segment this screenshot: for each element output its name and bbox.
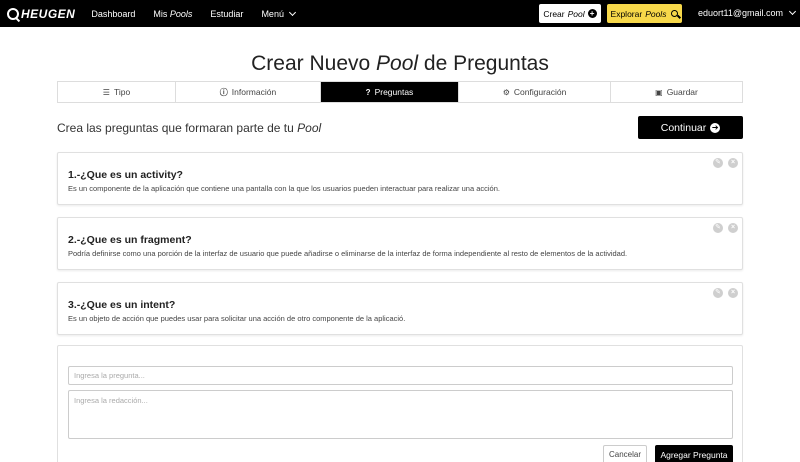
close-icon[interactable]: × bbox=[728, 158, 738, 168]
nav-dashboard[interactable]: Dashboard bbox=[91, 9, 135, 19]
page-title: Crear Nuevo Pool de Preguntas bbox=[0, 52, 800, 76]
step-configuracion[interactable]: ⚙ Configuración bbox=[459, 82, 611, 102]
create-pool-button[interactable]: Crear Pool + bbox=[539, 4, 601, 23]
question-title: 1.-¿Que es un activity? bbox=[68, 169, 183, 181]
answer-textarea[interactable] bbox=[68, 390, 733, 439]
step-tipo[interactable]: ☰ Tipo bbox=[58, 82, 176, 102]
chevron-down-icon bbox=[288, 8, 296, 16]
nav-my-pools-em: Pools bbox=[169, 8, 193, 19]
user-email[interactable]: eduort11@gmail.com bbox=[698, 8, 783, 18]
step-informacion[interactable]: ⓘ Información bbox=[176, 82, 321, 102]
nav-my-pools[interactable]: Mis Pools bbox=[153, 9, 192, 19]
brand-magnifier-icon bbox=[7, 7, 19, 20]
nav-menu-label: Menú bbox=[261, 8, 284, 19]
search-icon bbox=[671, 10, 679, 17]
title-suffix: de Preguntas bbox=[423, 52, 549, 75]
question-card: ✎ × 2.-¿Que es un fragment? Podría defin… bbox=[57, 217, 743, 270]
continue-button[interactable]: Continuar ➔ bbox=[638, 116, 743, 139]
nav-my-pools-prefix: Mis bbox=[153, 8, 168, 19]
explore-pools-button[interactable]: Explorar Pools bbox=[607, 4, 682, 23]
question-title: 3.-¿Que es un intent? bbox=[68, 299, 176, 311]
question-card: ✎ × 1.-¿Que es un activity? Es un compon… bbox=[57, 152, 743, 205]
step-label: Tipo bbox=[113, 87, 131, 97]
brand-logo[interactable]: HEUGEN bbox=[7, 7, 75, 21]
subtitle-em: Pool bbox=[297, 121, 322, 135]
question-description: Es un componente de la aplicación que co… bbox=[68, 184, 500, 193]
question-card: ✎ × 3.-¿Que es un intent? Es un objeto d… bbox=[57, 282, 743, 335]
step-label: Preguntas bbox=[374, 87, 414, 97]
brand-name: HEUGEN bbox=[21, 6, 76, 21]
plus-circle-icon: + bbox=[587, 9, 597, 18]
edit-icon[interactable]: ✎ bbox=[713, 288, 723, 298]
explore-pools-prefix: Explorar bbox=[610, 8, 643, 19]
edit-icon[interactable]: ✎ bbox=[713, 158, 723, 168]
step-label: Información bbox=[231, 87, 277, 97]
explore-pools-em: Pools bbox=[645, 8, 667, 19]
nav-menu-dropdown[interactable]: Menú bbox=[261, 8, 296, 19]
step-preguntas[interactable]: ? Preguntas bbox=[321, 82, 459, 102]
edit-icon[interactable]: ✎ bbox=[713, 223, 723, 233]
question-input[interactable] bbox=[68, 366, 733, 385]
wizard-steps: ☰ Tipo ⓘ Información ? Preguntas ⚙ Confi… bbox=[57, 81, 743, 103]
list-icon: ☰ bbox=[102, 87, 110, 97]
question-description: Podría definirse como una porción de la … bbox=[68, 249, 628, 258]
question-icon: ? bbox=[365, 87, 371, 97]
new-question-form: Cancelar Agregar Pregunta bbox=[57, 345, 743, 462]
close-icon[interactable]: × bbox=[728, 288, 738, 298]
gears-icon: ⚙ bbox=[502, 87, 510, 97]
create-pool-em: Pool bbox=[567, 8, 585, 19]
title-prefix: Crear Nuevo bbox=[251, 52, 371, 75]
step-label: Configuración bbox=[513, 87, 567, 97]
page-subtitle: Crea las preguntas que formaran parte de… bbox=[57, 121, 321, 135]
cancel-button[interactable]: Cancelar bbox=[603, 445, 647, 462]
title-em: Pool bbox=[376, 52, 419, 75]
add-question-button[interactable]: Agregar Pregunta bbox=[655, 445, 733, 462]
step-guardar[interactable]: ▣ Guardar bbox=[611, 82, 742, 102]
question-description: Es un objeto de acción que puedes usar p… bbox=[68, 314, 406, 323]
step-label: Guardar bbox=[666, 87, 698, 97]
subtitle-prefix: Crea las preguntas que formaran parte de… bbox=[57, 121, 294, 135]
arrow-right-circle-icon: ➔ bbox=[710, 122, 721, 133]
info-icon: ⓘ bbox=[219, 87, 228, 97]
question-title: 2.-¿Que es un fragment? bbox=[68, 234, 192, 246]
close-icon[interactable]: × bbox=[728, 223, 738, 233]
save-icon: ▣ bbox=[655, 87, 663, 97]
continue-label: Continuar bbox=[660, 121, 707, 134]
create-pool-prefix: Crear bbox=[543, 8, 565, 19]
nav-study[interactable]: Estudiar bbox=[210, 9, 243, 19]
